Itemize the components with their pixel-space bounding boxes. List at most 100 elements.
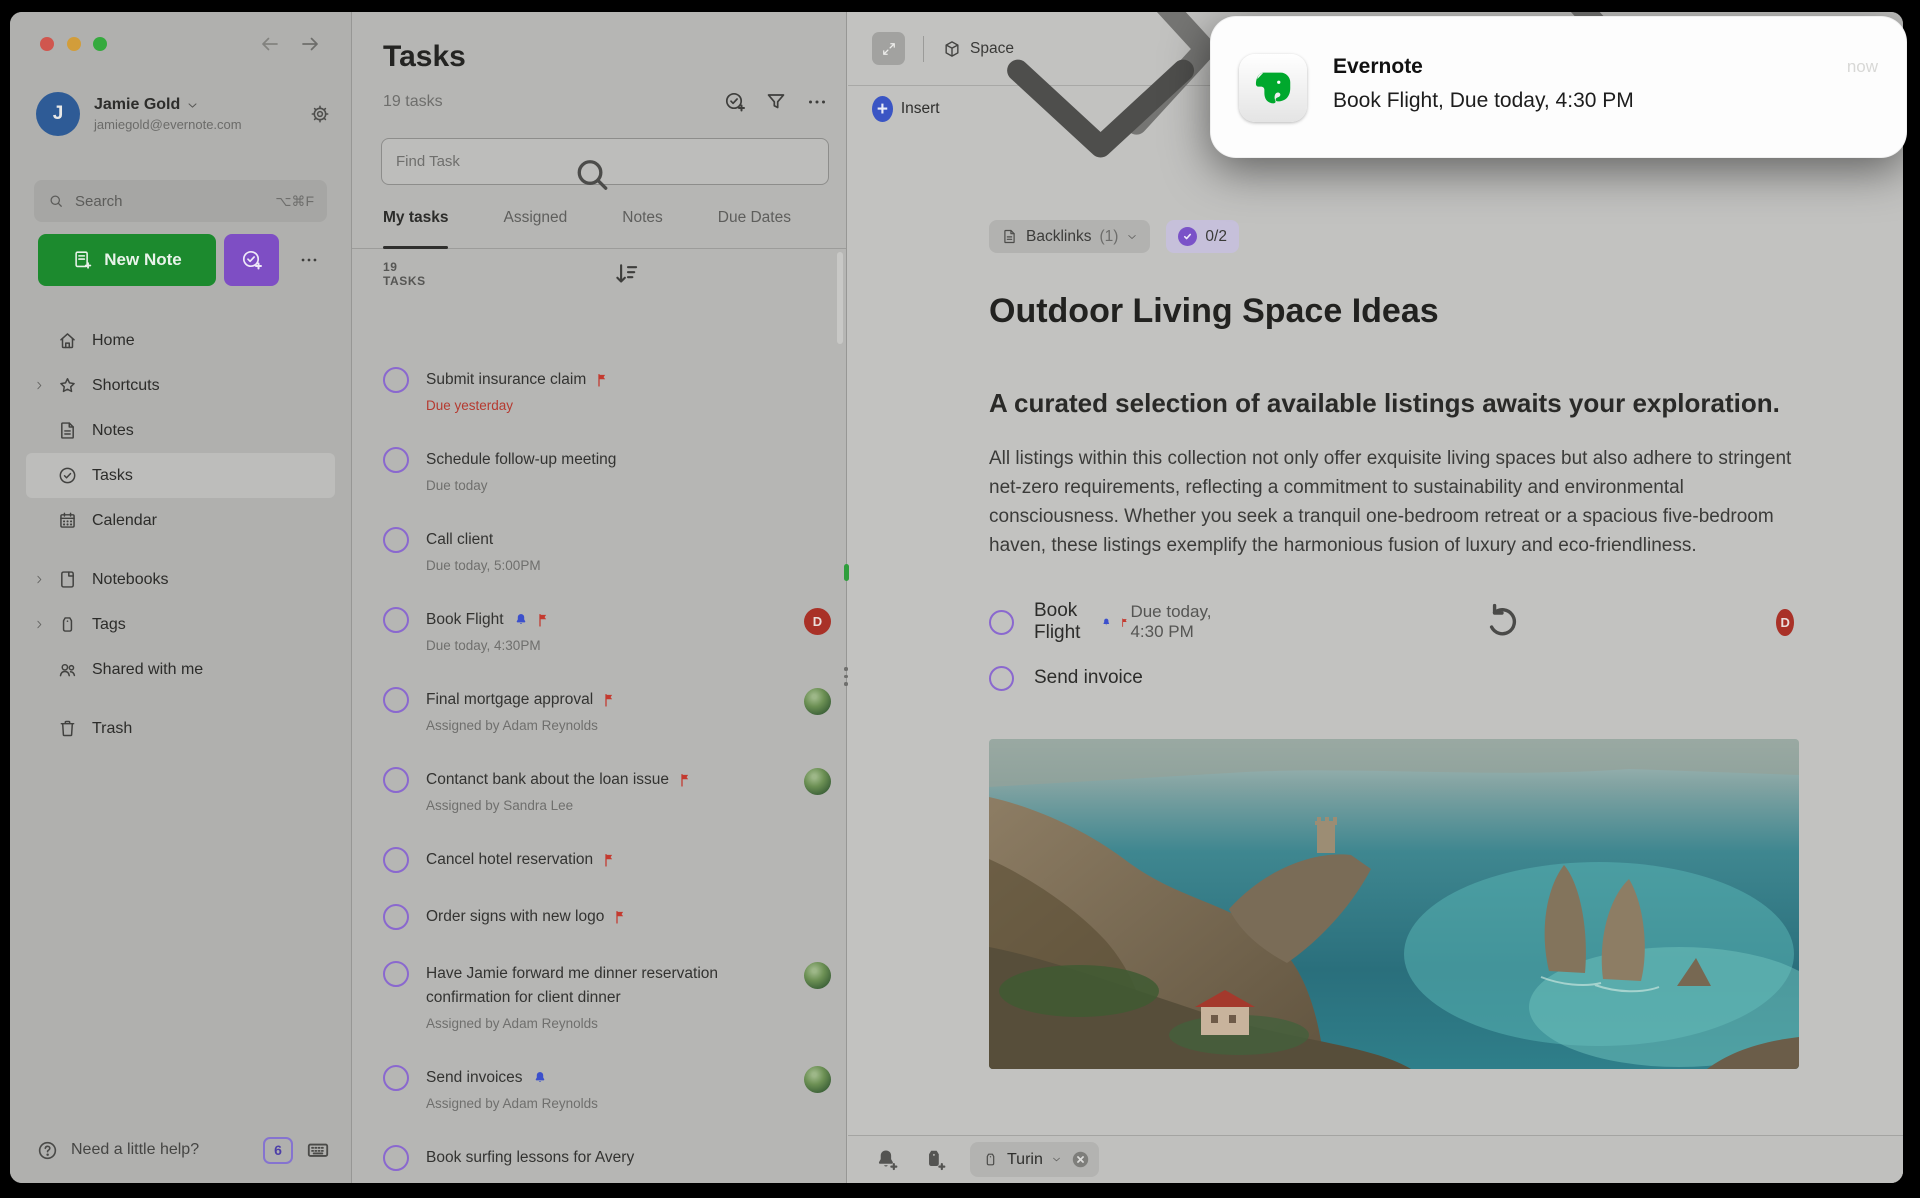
task-title: Submit insurance claim	[426, 368, 586, 392]
task-checkbox[interactable]	[383, 904, 409, 930]
check-icon	[1178, 227, 1197, 246]
keyboard-shortcuts-icon[interactable]	[305, 1137, 331, 1163]
task-checkbox[interactable]	[383, 961, 409, 987]
remove-tag-button[interactable]	[1070, 1149, 1091, 1170]
sidebar-item-trash[interactable]: Trash	[26, 706, 335, 751]
task-checkbox[interactable]	[383, 1145, 409, 1171]
system-notification[interactable]: Evernote Book Flight, Due today, 4:30 PM…	[1210, 16, 1907, 158]
add-task-button[interactable]	[723, 90, 747, 114]
task-row[interactable]: Call clientDue today, 5:00PM	[383, 528, 831, 576]
task-row[interactable]: Final mortgage approvalAssigned by Adam …	[383, 688, 831, 736]
task-checkbox[interactable]	[383, 527, 409, 553]
sidebar-item-label: Notebooks	[92, 571, 169, 589]
account-switcher[interactable]: J Jamie Gold jamiegold@evernote.com	[36, 90, 331, 138]
tag-pill[interactable]: Turin	[970, 1142, 1099, 1177]
notification-message: Book Flight, Due today, 4:30 PM	[1333, 89, 1634, 113]
zoom-window-button[interactable]	[93, 37, 107, 51]
sidebar-item-shared-with-me[interactable]: Shared with me	[26, 647, 335, 692]
arrow-left-icon	[258, 32, 282, 56]
sidebar-item-home[interactable]: Home	[26, 318, 335, 363]
note-scroll-area[interactable]: Backlinks (1) 0/2 Outdoor Living Space I…	[848, 132, 1903, 1135]
tasks-more-button[interactable]	[805, 90, 829, 114]
task-checkbox[interactable]	[383, 367, 409, 393]
scrollbar-thumb[interactable]	[837, 252, 843, 344]
sort-icon[interactable]	[426, 259, 826, 289]
tab-due-dates[interactable]: Due Dates	[718, 205, 791, 248]
task-row[interactable]: Submit insurance claimDue yesterday	[383, 368, 831, 416]
settings-button[interactable]	[309, 103, 331, 125]
task-row[interactable]: Order signs with new logo	[383, 905, 831, 930]
sidebar-item-calendar[interactable]: Calendar	[26, 498, 335, 543]
sidebar-item-tags[interactable]: Tags	[26, 602, 335, 647]
task-row[interactable]: Have Jamie forward me dinner reservation…	[383, 962, 831, 1034]
tab-notes[interactable]: Notes	[622, 205, 663, 248]
task-checkbox[interactable]	[383, 607, 409, 633]
task-checkbox[interactable]	[383, 847, 409, 873]
help-row: Need a little help? 6	[36, 1135, 331, 1165]
user-avatar: J	[36, 92, 80, 136]
sidebar-item-label: Trash	[92, 720, 132, 738]
note-task-row[interactable]: Send invoice	[989, 654, 1794, 702]
tab-my-tasks[interactable]: My tasks	[383, 205, 448, 248]
search-input[interactable]: Search ⌥⌘F	[34, 180, 327, 222]
new-note-label: New Note	[104, 250, 181, 270]
coastal-photo[interactable]	[989, 739, 1799, 1069]
navigate-back-button[interactable]	[258, 32, 282, 56]
task-meta: Due today, 5:00PM	[426, 556, 831, 576]
tag-plus-icon	[922, 1147, 948, 1173]
navigate-forward-button[interactable]	[298, 32, 322, 56]
note-task-row[interactable]: Book FlightDue today, 4:30 PMD	[989, 598, 1794, 646]
task-progress-pill[interactable]: 0/2	[1166, 220, 1239, 253]
close-window-button[interactable]	[40, 37, 54, 51]
task-row[interactable]: Schedule follow-up meetingDue today	[383, 448, 831, 496]
user-info: Jamie Gold jamiegold@evernote.com	[94, 96, 309, 132]
task-row[interactable]: Book FlightDue today, 4:30PMD	[383, 608, 831, 656]
new-note-button[interactable]: New Note	[38, 234, 216, 286]
task-row[interactable]: Contanct bank about the loan issueAssign…	[383, 768, 831, 816]
note-body[interactable]: All listings within this collection not …	[989, 444, 1794, 560]
priority-flag-icon	[1120, 614, 1131, 631]
sidebar-item-notebooks[interactable]: Notebooks	[26, 557, 335, 602]
add-reminder-button[interactable]	[874, 1147, 900, 1173]
chevron-right-icon[interactable]	[33, 618, 46, 631]
task-checkbox[interactable]	[989, 610, 1014, 635]
note-title[interactable]: Outdoor Living Space Ideas	[989, 288, 1794, 334]
coastal-photo-graphic	[989, 739, 1799, 1069]
priority-flag-icon	[613, 909, 629, 925]
task-row[interactable]: Book surfing lessons for Avery	[383, 1146, 831, 1171]
note-subtitle[interactable]: A curated selection of available listing…	[989, 380, 1794, 426]
minimize-window-button[interactable]	[67, 37, 81, 51]
chevron-right-icon[interactable]	[33, 379, 46, 392]
filter-tasks-button[interactable]	[764, 90, 788, 114]
add-tag-button[interactable]	[922, 1147, 948, 1173]
task-checkbox[interactable]	[989, 666, 1014, 691]
tab-assigned[interactable]: Assigned	[503, 205, 567, 248]
task-checkbox[interactable]	[383, 767, 409, 793]
reminder-bell-icon	[1101, 614, 1112, 631]
sidebar-item-notes[interactable]: Notes	[26, 408, 335, 453]
help-label[interactable]: Need a little help?	[71, 1141, 263, 1159]
help-badge[interactable]: 6	[263, 1137, 293, 1164]
backlinks-pill[interactable]: Backlinks (1)	[989, 220, 1150, 253]
chevron-right-icon[interactable]	[33, 573, 46, 586]
sidebar-item-label: Calendar	[92, 512, 157, 530]
panel-resize-handle[interactable]	[844, 667, 848, 690]
sidebar-item-label: Tasks	[92, 467, 133, 485]
task-list: Submit insurance claimDue yesterday Sched…	[352, 342, 846, 1183]
task-checkbox[interactable]	[383, 1065, 409, 1091]
notification-app-name: Evernote	[1333, 55, 1423, 79]
task-checkbox[interactable]	[383, 687, 409, 713]
sidebar-item-shortcuts[interactable]: Shortcuts	[26, 363, 335, 408]
task-progress-value: 0/2	[1205, 228, 1227, 246]
assignee-avatar: D	[804, 608, 831, 635]
more-actions-button[interactable]	[287, 240, 331, 280]
assignee-avatar	[804, 1066, 831, 1093]
check-circle-plus-icon	[723, 90, 747, 114]
task-row[interactable]: Cancel hotel reservation	[383, 848, 831, 873]
sidebar-item-tasks[interactable]: Tasks	[26, 453, 335, 498]
help-icon[interactable]	[36, 1139, 59, 1162]
task-row[interactable]: Send invoicesAssigned by Adam Reynolds	[383, 1066, 831, 1114]
chevron-down-icon	[1051, 1154, 1062, 1165]
task-checkbox[interactable]	[383, 447, 409, 473]
new-task-button[interactable]	[224, 234, 279, 286]
